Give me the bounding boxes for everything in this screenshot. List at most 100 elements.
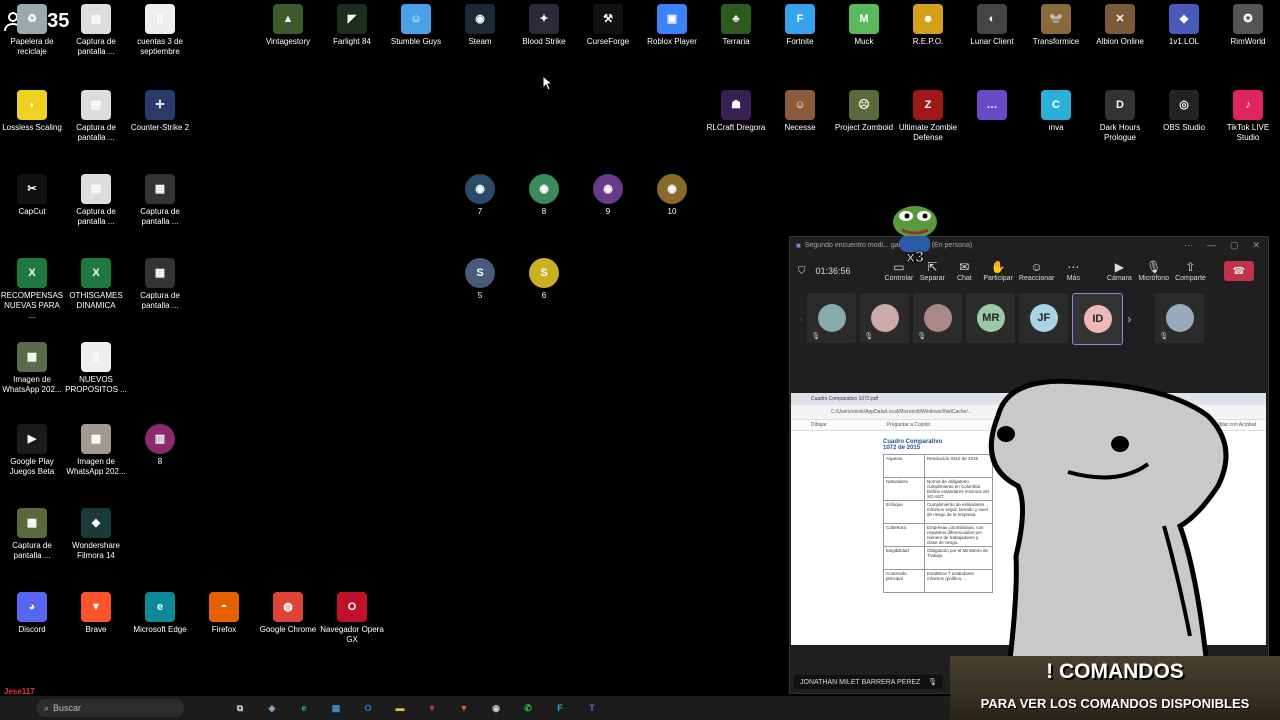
desktop-icon[interactable]: D Dark Hours Prologue bbox=[1088, 90, 1152, 143]
scroll-right-icon[interactable]: › bbox=[1127, 312, 1131, 326]
desktop-icon[interactable]: ▯ NUEVOS PROPOSITOS ... bbox=[64, 342, 128, 395]
vpn-icon[interactable]: ▼ bbox=[421, 700, 443, 716]
desktop-icon[interactable]: ▩ Imagen de WhatsApp 202... bbox=[64, 424, 128, 477]
app-icon: ☺ bbox=[401, 4, 431, 34]
desktop-icon[interactable]: ◗ Lossless Scaling bbox=[0, 90, 64, 133]
desktop-icon[interactable]: X RECOMPENSAS NUEVAS PARA ... bbox=[0, 258, 64, 321]
desktop-icon[interactable]: e Microsoft Edge bbox=[128, 592, 192, 635]
address-url[interactable]: C:/Users/onink/AppData/Local/Microsoft/W… bbox=[831, 409, 972, 415]
whatsapp-icon[interactable]: ✆ bbox=[517, 700, 539, 716]
desktop-icon[interactable]: ▤ Captura de pantalla ... bbox=[64, 4, 128, 57]
outlook-icon[interactable]: O bbox=[357, 700, 379, 716]
desktop-icon[interactable]: ✛ Counter-Strike 2 bbox=[128, 90, 192, 133]
desktop-icon[interactable]: ▼ Brave bbox=[64, 592, 128, 635]
participant-tile[interactable]: JF bbox=[1019, 293, 1069, 343]
desktop-icon[interactable]: X OTHISGAMES DINAMICA bbox=[64, 258, 128, 311]
participant-tile[interactable]: 🎙 bbox=[1155, 293, 1205, 343]
desktop-icon[interactable]: ▲ Vintagestory bbox=[256, 4, 320, 47]
filmora-icon[interactable]: F bbox=[549, 700, 571, 716]
brave-icon[interactable]: ▼ bbox=[453, 700, 475, 716]
desktop-icon[interactable]: ▶ Google Play Juegos Beta bbox=[0, 424, 64, 477]
participant-tile[interactable]: 🎙 bbox=[860, 293, 910, 343]
desktop-icon[interactable]: Cınva bbox=[1024, 90, 1088, 133]
desktop-icon[interactable]: ◤ Farlight 84 bbox=[320, 4, 384, 47]
desktop-icon-label: Lossless Scaling bbox=[2, 123, 62, 132]
desktop-icon[interactable]: ▣ Roblox Player bbox=[640, 4, 704, 47]
minimize-icon[interactable]: — bbox=[1207, 240, 1216, 251]
toolbar-button-raise-hand[interactable]: ✋ Participar bbox=[983, 261, 1013, 282]
desktop-icon[interactable]: S6 bbox=[512, 258, 576, 301]
desktop-icon[interactable]: ◉ Steam bbox=[448, 4, 512, 47]
scroll-left-icon[interactable]: ‹ bbox=[800, 314, 803, 325]
pdf-draw-button[interactable]: Dibujar bbox=[811, 422, 827, 428]
desktop-icon[interactable]: ◓ Firefox bbox=[192, 592, 256, 635]
desktop-icon[interactable]: O Navegador Opera GX bbox=[320, 592, 384, 645]
more-options-icon[interactable]: ⋯ bbox=[1184, 240, 1193, 251]
toolbar-button-mic[interactable]: 🎙 Micrófono bbox=[1138, 261, 1169, 282]
desktop-icon[interactable]: ✕ Albion Online bbox=[1088, 4, 1152, 47]
desktop-icon[interactable]: ☗ RLCraft Dregora bbox=[704, 90, 768, 133]
desktop-icon[interactable]: ◉ 10 bbox=[640, 174, 704, 217]
app-icon: ✪ bbox=[1233, 4, 1263, 34]
teams-icon[interactable]: T bbox=[581, 700, 603, 716]
desktop-icon[interactable]: ♪ TikTok LIVE Studio bbox=[1216, 90, 1280, 143]
desktop-icon[interactable]: ◐ Lunar Client bbox=[960, 4, 1024, 47]
desktop-icon[interactable]: ◉ 7 bbox=[448, 174, 512, 217]
desktop-icon[interactable]: ▥ 8 bbox=[128, 424, 192, 467]
desktop-icon[interactable]: ▩ Captura de pantalla ... bbox=[0, 508, 64, 561]
toolbar-button-react[interactable]: ☺ Reaccionar bbox=[1019, 261, 1054, 282]
toolbar-button-chat[interactable]: ✉ Chat bbox=[951, 261, 977, 282]
toolbar-button-camera[interactable]: ▶ Cámara bbox=[1106, 261, 1132, 282]
teams-titlebar[interactable]: ■ Segundo encuentro modi... gal enHSEQ (… bbox=[790, 237, 1268, 253]
browser-tab[interactable]: Cuadro Comparativo 1072.pdf bbox=[811, 396, 878, 402]
desktop-icon[interactable]: Z Ultimate Zombie Defense bbox=[896, 90, 960, 143]
desktop-icon[interactable]: ◍ Google Chrome bbox=[256, 592, 320, 635]
copilot-icon[interactable]: ◈ bbox=[261, 700, 283, 716]
participant-tile[interactable]: ID bbox=[1072, 293, 1124, 345]
desktop-icon[interactable]: ✦ Blood Strike bbox=[512, 4, 576, 47]
participant-tile[interactable]: 🎙 bbox=[807, 293, 857, 343]
desktop-icon-label: Navegador Opera GX bbox=[320, 625, 384, 644]
task-view-icon[interactable]: ⧉ bbox=[229, 700, 251, 716]
steam-icon[interactable]: ◉ bbox=[485, 700, 507, 716]
close-icon[interactable]: ✕ bbox=[1252, 240, 1260, 251]
edge-icon[interactable]: e bbox=[293, 700, 315, 716]
desktop-icon[interactable]: ▦ Captura de pantalla ... bbox=[128, 258, 192, 311]
desktop-icon[interactable]: ☹ Project Zomboid bbox=[832, 90, 896, 133]
desktop-icon[interactable]: ▩ Imagen de WhatsApp 202... bbox=[0, 342, 64, 395]
toolbar-button-share[interactable]: ⇧ Comparte bbox=[1175, 261, 1206, 282]
maximize-icon[interactable]: ▢ bbox=[1230, 240, 1239, 251]
desktop-icon[interactable]: ▦ Captura de pantalla ... bbox=[128, 174, 192, 227]
toolbar-button-more[interactable]: ⋯ Más bbox=[1060, 261, 1086, 282]
desktop-icon[interactable]: ▤ Captura de pantalla ... bbox=[64, 90, 128, 143]
desktop-icon[interactable]: ☻ R.E.P.O. bbox=[896, 4, 960, 47]
desktop-icon[interactable]: M Muck bbox=[832, 4, 896, 47]
desktop-icon[interactable]: ◉ 9 bbox=[576, 174, 640, 217]
desktop-icon[interactable]: ◎ OBS Studio bbox=[1152, 90, 1216, 133]
leave-button[interactable]: ☎ bbox=[1223, 261, 1254, 281]
desktop-icon[interactable]: … bbox=[960, 90, 1024, 123]
desktop-icon[interactable]: ▯ cuentas 3 de septiembre bbox=[128, 4, 192, 57]
participant-tile[interactable]: 🎙 bbox=[913, 293, 963, 343]
desktop-icon[interactable]: ⚒ CurseForge bbox=[576, 4, 640, 47]
desktop-icon[interactable]: ♻ Papelera de reciclaje bbox=[0, 4, 64, 57]
desktop-icon[interactable]: S5 bbox=[448, 258, 512, 301]
desktop-icon[interactable]: F Fortnite bbox=[768, 4, 832, 47]
explorer-icon[interactable]: ▬ bbox=[389, 700, 411, 716]
desktop-icon[interactable]: ▤ Captura de pantalla ... bbox=[64, 174, 128, 227]
desktop-icon[interactable]: ☺ Necesse bbox=[768, 90, 832, 133]
desktop-icon[interactable]: ◆ Wondershare Filmora 14 bbox=[64, 508, 128, 561]
desktop-icon[interactable]: ✂ CapCut bbox=[0, 174, 64, 217]
store-icon[interactable]: ▦ bbox=[325, 700, 347, 716]
desktop-icon[interactable]: ◆ 1v1.LOL bbox=[1152, 4, 1216, 47]
desktop-icon[interactable]: ☺ Stumble Guys bbox=[384, 4, 448, 47]
desktop-icon[interactable]: ◕ Discord bbox=[0, 592, 64, 635]
avatar bbox=[817, 304, 846, 332]
participant-tile[interactable]: MR bbox=[966, 293, 1016, 343]
desktop-icon[interactable]: ◉ 8 bbox=[512, 174, 576, 217]
desktop-icon[interactable]: ✪ RimWorld bbox=[1216, 4, 1280, 47]
desktop-icon[interactable]: ♣ Terraria bbox=[704, 4, 768, 47]
pdf-copilot-button[interactable]: Preguntar a Copilot bbox=[887, 422, 930, 428]
desktop-icon[interactable]: 🐭 Transformice bbox=[1024, 4, 1088, 47]
taskbar-search[interactable]: ⌕ Buscar bbox=[36, 699, 184, 717]
